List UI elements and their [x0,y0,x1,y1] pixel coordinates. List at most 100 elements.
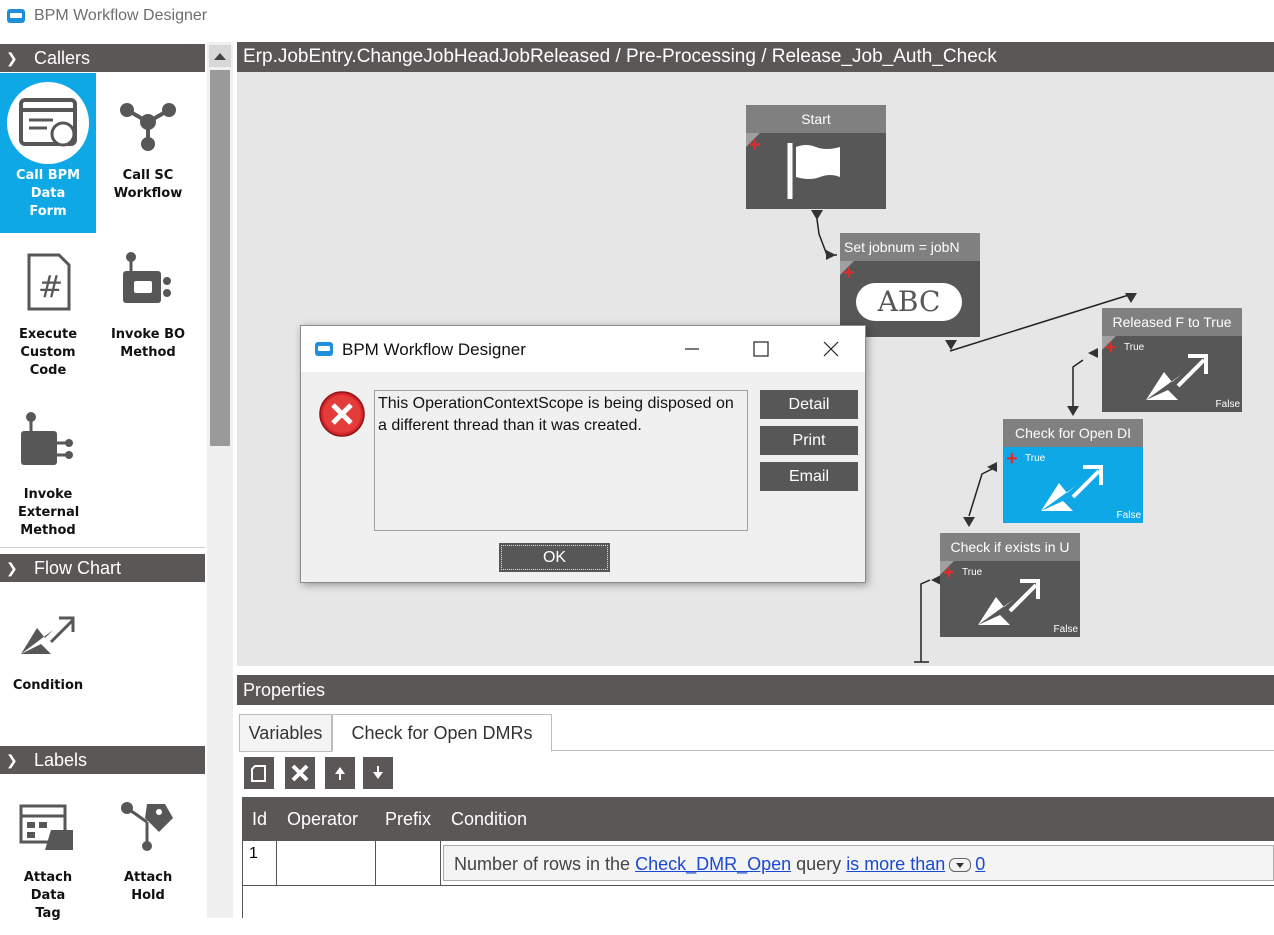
section-labels[interactable]: ❯ Labels [0,746,205,774]
move-down-button[interactable] [363,757,393,789]
add-icon[interactable]: + [1006,449,1018,469]
cell-border [242,841,243,885]
dialog-title: BPM Workflow Designer [342,340,526,359]
add-icon[interactable]: + [943,563,955,583]
node-title: Released F to True [1102,308,1242,336]
tool-invoke-external-method[interactable]: Invoke External Method [0,392,96,552]
hold-icon [107,784,189,866]
node-released-f-to-true[interactable]: Released F to True + True False [1102,308,1242,412]
delete-row-button[interactable] [285,757,315,789]
error-dialog: BPM Workflow Designer This OperationCont… [300,325,866,583]
app-title-bar: BPM Workflow Designer [0,0,1274,38]
dropdown-icon[interactable] [949,858,972,873]
error-message: This OperationContextScope is being disp… [374,390,748,531]
data-tag-icon [7,784,89,866]
cell-border [440,841,441,885]
operator-link[interactable]: is more than [846,854,945,874]
node-body: + [746,133,886,209]
svg-text:#: # [38,270,63,305]
column-operator: Operator [287,809,359,829]
condition-expression[interactable]: Number of rows in the Check_DMR_Open que… [443,845,1274,881]
data-form-icon [7,82,89,164]
tool-call-bpm-data-form[interactable]: Call BPM Data Form [0,73,96,233]
node-set-jobnum[interactable]: Set jobnum = jobN + ABC [840,233,980,337]
error-icon [319,391,365,437]
arrow-up-icon [335,767,345,780]
false-label: False [1053,624,1078,635]
external-method-icon [7,401,89,483]
app-icon [315,342,333,356]
false-label: False [1116,510,1141,521]
condition-icon [7,592,89,674]
maximize-icon [753,341,769,357]
tab-check-for-open-dmrs[interactable]: Check for Open DMRs [332,714,552,752]
flag-icon [787,143,840,199]
detail-button[interactable]: Detail [760,390,858,419]
tool-palette: ❯ Callers Call BPM Data Form Call SC Wor… [0,42,207,921]
table-row[interactable]: 1 Number of rows in the Check_DMR_Open q… [242,841,1274,886]
tool-attach-data-tag[interactable]: Attach Data Tag [0,775,96,935]
app-icon [7,9,25,23]
new-row-button[interactable] [244,757,274,789]
tool-execute-custom-code[interactable]: # Execute Custom Code [0,232,96,392]
dialog-title-bar: BPM Workflow Designer [301,326,865,372]
workflow-icon [107,82,189,164]
section-flow-chart[interactable]: ❯ Flow Chart [0,554,205,582]
tool-condition[interactable]: Condition [0,583,96,743]
scroll-thumb[interactable] [210,70,230,446]
node-body: + True False [1102,336,1242,412]
condition-text: Number of rows in the [454,854,636,874]
node-body: + True False [1003,447,1143,523]
canvas-breadcrumb: Erp.JobEntry.ChangeJobHeadJobReleased / … [237,42,1274,72]
print-button[interactable]: Print [760,426,858,455]
node-title: Check if exists in U [940,533,1080,561]
email-button[interactable]: Email [760,462,858,491]
chevron-down-icon: ❯ [6,50,18,66]
add-icon[interactable]: + [1105,338,1117,358]
node-title: Check for Open DI [1003,419,1143,447]
move-up-button[interactable] [325,757,355,789]
close-button[interactable] [811,334,851,364]
node-title: Start [746,105,886,133]
new-document-icon [251,765,266,782]
tool-attach-hold[interactable]: Attach Hold [100,775,196,935]
condition-icon [978,579,1040,625]
query-link[interactable]: Check_DMR_Open [635,854,791,874]
ok-button[interactable]: OK [499,543,610,572]
value-link[interactable]: 0 [975,854,985,874]
condition-icon [1041,465,1103,511]
section-callers[interactable]: ❯ Callers [0,44,205,72]
add-icon[interactable]: + [749,135,761,155]
tab-label: Variables [248,723,323,743]
properties-header: Properties [237,675,1274,705]
cell-id: 1 [249,845,258,862]
false-label: False [1215,399,1240,410]
node-body: + True False [940,561,1080,637]
close-icon [291,764,309,782]
method-icon [107,241,189,323]
tool-invoke-bo-method[interactable]: Invoke BO Method [100,232,196,392]
node-check-for-open-dmrs[interactable]: Check for Open DI + True False [1003,419,1143,523]
maximize-button[interactable] [741,334,781,364]
cell-border [375,841,376,885]
grid-border [242,885,243,918]
column-prefix: Prefix [385,809,432,829]
app-title: BPM Workflow Designer [34,7,208,24]
node-check-if-exists[interactable]: Check if exists in U + True False [940,533,1080,637]
condition-text: query [791,854,847,874]
node-title: Set jobnum = jobN [840,233,980,261]
add-icon[interactable]: + [843,263,855,283]
node-start[interactable]: Start + [746,105,886,209]
column-id: Id [252,809,268,829]
conditions-grid-header: Id Operator Prefix Condition [242,797,1274,841]
divider [0,547,205,548]
scroll-up-button[interactable] [209,45,231,67]
chevron-down-icon: ❯ [6,560,18,576]
column-condition: Condition [451,809,528,829]
breadcrumb-text: Erp.JobEntry.ChangeJobHeadJobReleased / … [243,46,997,67]
tab-variables[interactable]: Variables [239,714,332,752]
minimize-button[interactable] [673,334,713,364]
code-hash-icon: # [7,241,89,323]
tool-call-sc-workflow[interactable]: Call SC Workflow [100,73,196,233]
condition-icon [1146,354,1208,400]
